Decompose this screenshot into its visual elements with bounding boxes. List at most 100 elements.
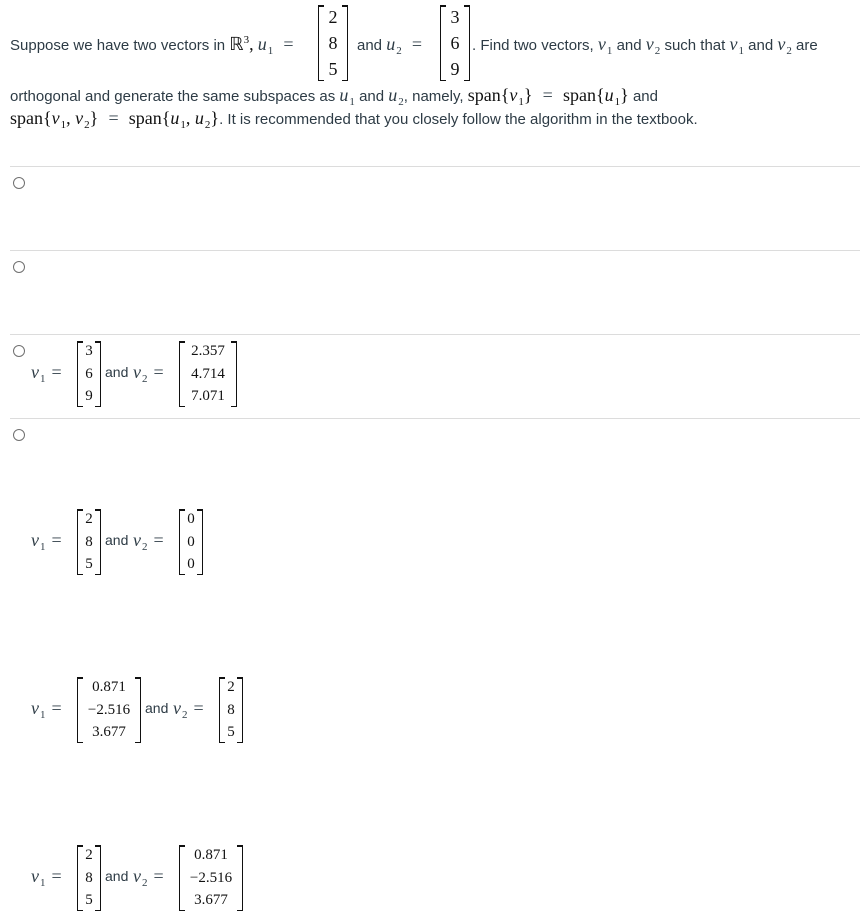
u1-label: u1 (170, 108, 186, 131)
v2-subscript: 2 (786, 45, 792, 57)
matrix-cell: 6 (450, 33, 460, 53)
question-text: . Find two vectors, (472, 37, 594, 54)
u2-label: u2 (388, 85, 404, 108)
v2-label: v2 = (133, 530, 170, 553)
matrix-cell: 0.871 (194, 847, 228, 863)
v1-subscript: 1 (518, 96, 524, 108)
v2-subscript: 2 (84, 119, 90, 131)
v2-subscript: 2 (654, 45, 661, 57)
equals-sign: = (153, 530, 164, 550)
u1-symbol: u (170, 108, 180, 128)
u2-symbol: u (386, 34, 396, 54)
v2-matrix: 0 0 0 (179, 509, 203, 575)
and-text: and (359, 88, 385, 105)
real-space-symbol: ℝ3 (229, 34, 249, 54)
u2-label: u2 (195, 108, 211, 131)
span-expression: span{u1, u2} (128, 108, 220, 131)
and-text: and (632, 88, 658, 105)
v2-symbol: v (777, 34, 786, 54)
v2-matrix: 0.871 −2.516 3.677 (179, 845, 243, 911)
symbol: v2 (173, 698, 188, 721)
subscript: 1 (40, 877, 46, 889)
matrix-cell: 2 (85, 511, 93, 527)
subscript: 1 (40, 709, 46, 721)
matrix-cell: 0.871 (92, 679, 126, 695)
span-word: span (10, 108, 43, 128)
v1-label: v1 = (31, 866, 68, 889)
matrix-cell: 2 (85, 847, 93, 863)
matrix-cell: 8 (85, 533, 93, 550)
and-text: and (105, 532, 129, 548)
u2-subscript: 2 (204, 119, 211, 131)
v1-label: v1 = (31, 530, 68, 553)
v1-subscript: 1 (738, 45, 744, 57)
v2-matrix: 2 8 5 (219, 677, 243, 743)
v2-label: v2 = (133, 866, 170, 889)
u1-label: u1 (339, 85, 355, 108)
question-text: Suppose we have two vectors in (10, 37, 226, 54)
v1-subscript: 1 (60, 119, 67, 131)
comma: , (249, 34, 254, 54)
question-and-u2: and u2 = (357, 34, 428, 57)
subscript: 2 (142, 877, 148, 889)
matrix-cell: 0 (187, 533, 195, 550)
v1-label: v1 = (31, 698, 68, 721)
equals-sign: = (411, 34, 423, 54)
v2-label: v2 (75, 108, 90, 131)
v1-subscript: 1 (606, 45, 613, 57)
matrix-cell: 8 (328, 33, 338, 53)
u2-subscript: 2 (398, 96, 404, 108)
v2-label: v2 = (173, 698, 210, 721)
span-word: span (128, 108, 162, 128)
v1-label: v1 (52, 108, 67, 131)
matrix-cell: −2.516 (87, 701, 131, 718)
matrix-cell: 3.677 (194, 892, 228, 908)
and-text: and (748, 37, 774, 54)
v2-symbol: v (645, 34, 654, 54)
v2-label: v2 (777, 34, 792, 57)
u1-subscript: 1 (180, 119, 186, 131)
u1-symbol: u (257, 34, 267, 54)
u2-matrix: 3 6 9 (440, 5, 470, 81)
question-line2: orthogonal and generate the same subspac… (10, 85, 658, 108)
and-text: and (616, 37, 642, 54)
symbol: v2 (133, 866, 148, 889)
subscript: 2 (142, 541, 148, 553)
v1-label: v1 (509, 85, 524, 108)
symbol: v1 (31, 530, 46, 553)
answer-option[interactable]: v1 = 0.871 −2.516 3.677 and v2 = 2 8 5 (0, 334, 863, 743)
symbol: v2 (133, 530, 148, 553)
span-word: span (562, 85, 596, 105)
question-text: such that (664, 37, 726, 54)
matrix-cell: 8 (85, 869, 93, 886)
equals-sign: = (51, 698, 62, 718)
question-line3: span{v1, v2} = span{u1, u2}. It is recom… (10, 108, 698, 131)
matrix-cell: 8 (227, 701, 235, 718)
question-text: . It is recommended that you closely fol… (219, 111, 698, 128)
equals-sign: = (51, 530, 62, 550)
equals-sign: = (51, 866, 62, 886)
v2-symbol: v (75, 108, 84, 128)
v1-symbol: v (597, 34, 606, 54)
subscript: 1 (40, 541, 46, 553)
u1-symbol: u (604, 85, 614, 105)
question-text: , namely, (403, 88, 464, 105)
span-expression: span{v1, v2} (10, 108, 99, 131)
answer-option[interactable]: v1 = 3 6 9 and v2 = 2.357 4.714 7.071 (0, 166, 863, 407)
matrix-cell: 5 (227, 724, 235, 740)
symbol: v1 (31, 698, 46, 721)
matrix-cell: 3.677 (92, 724, 126, 740)
equals-sign: = (283, 34, 294, 54)
u2-label: u2 (386, 34, 402, 57)
u1-label: u1 (604, 85, 621, 108)
v1-symbol: v (729, 34, 738, 54)
matrix-cell: 9 (450, 59, 460, 79)
u1-subscript: 1 (267, 45, 274, 57)
equals-sign: = (542, 85, 553, 105)
matrix-cell: 5 (328, 59, 338, 79)
answer-option[interactable]: v1 = 2 8 5 and v2 = 0 0 0 (0, 250, 863, 575)
question-line1-prefix: Suppose we have two vectors in ℝ3, u1 = (10, 34, 300, 57)
answer-option[interactable]: v1 = 2 8 5 and v2 = 0.871 −2.516 3.677 (0, 418, 863, 911)
u1-subscript: 1 (614, 96, 621, 108)
v1-matrix: 2 8 5 (77, 509, 101, 575)
